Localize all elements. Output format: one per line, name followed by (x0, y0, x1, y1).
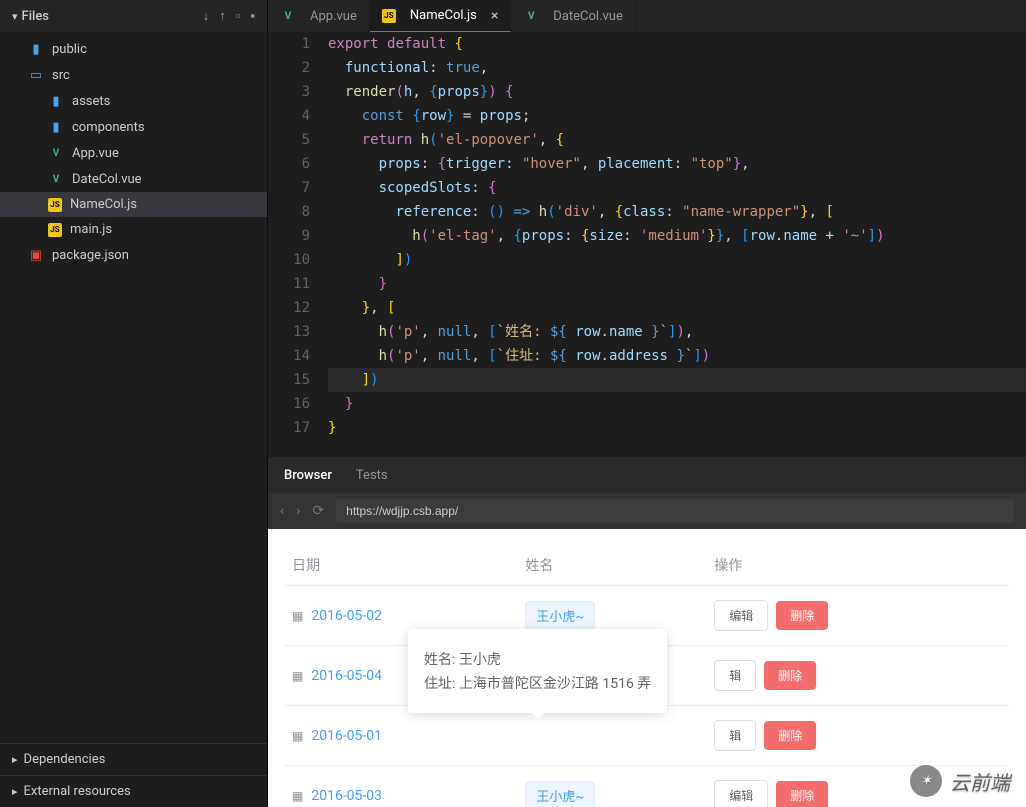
col-action: 操作 (706, 545, 1010, 586)
folder-icon: ▮ (48, 119, 64, 135)
chevron-down-icon[interactable]: ▾ (12, 10, 18, 23)
tree-item-main-js[interactable]: JSmain.js (0, 217, 267, 242)
edit-button[interactable]: 辑 (714, 660, 756, 691)
popover: 姓名: 王小虎 住址: 上海市普陀区金沙江路 1516 弄 (408, 629, 667, 713)
vue-icon: V (280, 8, 296, 24)
chevron-right-icon: ▸ (12, 753, 18, 766)
reload-icon[interactable]: ⟳ (312, 503, 324, 519)
date-link[interactable]: 2016-05-04 (311, 668, 382, 684)
js-icon: JS (48, 198, 62, 212)
expand-icon[interactable]: ▦ (292, 729, 303, 743)
nav-forward-icon[interactable]: › (296, 503, 300, 519)
line-gutter: 1234567891011121314151617 (268, 32, 328, 457)
delete-button[interactable]: 删除 (776, 781, 828, 807)
date-link[interactable]: 2016-05-02 (311, 608, 382, 624)
browser-tab-browser[interactable]: Browser (284, 460, 332, 491)
edit-button[interactable]: 辑 (714, 720, 756, 751)
tree-item-components[interactable]: ▮components (0, 114, 267, 140)
tree-item-app-vue[interactable]: VApp.vue (0, 140, 267, 166)
close-icon[interactable]: × (491, 8, 498, 24)
tab-namecol-js[interactable]: JSNameCol.js× (370, 0, 511, 32)
folder-icon: ▮ (28, 41, 44, 57)
name-tag[interactable]: 王小虎~ (525, 781, 595, 807)
delete-button[interactable]: 删除 (764, 661, 816, 690)
popover-address: 住址: 上海市普陀区金沙江路 1516 弄 (424, 673, 651, 693)
chevron-right-icon: ▸ (12, 785, 18, 798)
delete-button[interactable]: 删除 (764, 721, 816, 750)
browser-panel: Browser Tests ‹ › ⟳ 日期 姓名 操作 ▦2016 (268, 457, 1026, 807)
code-editor[interactable]: 1234567891011121314151617 export default… (268, 32, 1026, 457)
folder-open-icon: ▭ (28, 67, 44, 83)
tree-item-src[interactable]: ▭src (0, 62, 267, 88)
browser-tab-tests[interactable]: Tests (356, 460, 388, 491)
table-row: ▦ 2016-05-01 辑删除 (284, 706, 1010, 766)
expand-icon[interactable]: ▦ (292, 609, 303, 623)
expand-icon[interactable]: ▦ (292, 789, 303, 803)
nav-back-icon[interactable]: ‹ (280, 503, 284, 519)
tree-item-package-json[interactable]: ▣package.json (0, 242, 267, 268)
new-file-icon[interactable]: ▫ (236, 8, 241, 24)
tree-item-assets[interactable]: ▮assets (0, 88, 267, 114)
vue-icon: V (48, 145, 64, 161)
edit-button[interactable]: 编辑 (714, 600, 768, 631)
tree-item-datecol-vue[interactable]: VDateCol.vue (0, 166, 267, 192)
editor-tabs: VApp.vue JSNameCol.js× VDateCol.vue (268, 0, 1026, 32)
edit-button[interactable]: 编辑 (714, 780, 768, 807)
delete-button[interactable]: 删除 (776, 601, 828, 630)
js-icon: JS (382, 9, 396, 23)
url-input[interactable] (336, 499, 1014, 523)
popover-name: 姓名: 王小虎 (424, 649, 651, 669)
files-header: ▾ Files ↓ ↑ ▫ ▪ (0, 0, 267, 32)
table-row: ▦ 2016-05-03 王小虎~ 编辑删除 (284, 766, 1010, 807)
file-tree: ▮public ▭src ▮assets ▮components VApp.vu… (0, 32, 267, 272)
vue-icon: V (48, 171, 64, 187)
section-dependencies[interactable]: ▸ Dependencies (0, 743, 267, 775)
js-icon: JS (48, 223, 62, 237)
tree-item-public[interactable]: ▮public (0, 36, 267, 62)
main-area: VApp.vue JSNameCol.js× VDateCol.vue 1234… (268, 0, 1026, 807)
section-external[interactable]: ▸ External resources (0, 775, 267, 807)
files-label: Files (22, 9, 193, 24)
tab-datecol-vue[interactable]: VDateCol.vue (511, 0, 636, 32)
code-content[interactable]: export default { functional: true, rende… (328, 32, 1026, 457)
upload-icon[interactable]: ↑ (219, 8, 226, 24)
expand-icon[interactable]: ▦ (292, 669, 303, 683)
watermark: ✶ 云前端 (910, 765, 1010, 797)
browser-content: 日期 姓名 操作 ▦2016-05-02 王小虎~ 编辑删除 ▦2016-05-… (268, 529, 1026, 807)
new-folder-icon[interactable]: ▪ (250, 8, 255, 24)
browser-panel-tabs: Browser Tests (268, 457, 1026, 493)
tree-item-namecol-js[interactable]: JSNameCol.js (0, 192, 267, 217)
tab-app-vue[interactable]: VApp.vue (268, 0, 370, 32)
sidebar: ▾ Files ↓ ↑ ▫ ▪ ▮public ▭src ▮assets ▮co… (0, 0, 268, 807)
wechat-icon: ✶ (910, 765, 942, 797)
folder-icon: ▮ (48, 93, 64, 109)
vue-icon: V (523, 8, 539, 24)
url-bar: ‹ › ⟳ (268, 493, 1026, 529)
col-name: 姓名 (517, 545, 706, 586)
name-tag[interactable]: 王小虎~ (525, 601, 595, 630)
date-link[interactable]: 2016-05-03 (311, 788, 382, 804)
download-icon[interactable]: ↓ (203, 8, 210, 24)
date-link[interactable]: 2016-05-01 (311, 728, 382, 744)
json-icon: ▣ (28, 247, 44, 263)
col-date: 日期 (284, 545, 517, 586)
